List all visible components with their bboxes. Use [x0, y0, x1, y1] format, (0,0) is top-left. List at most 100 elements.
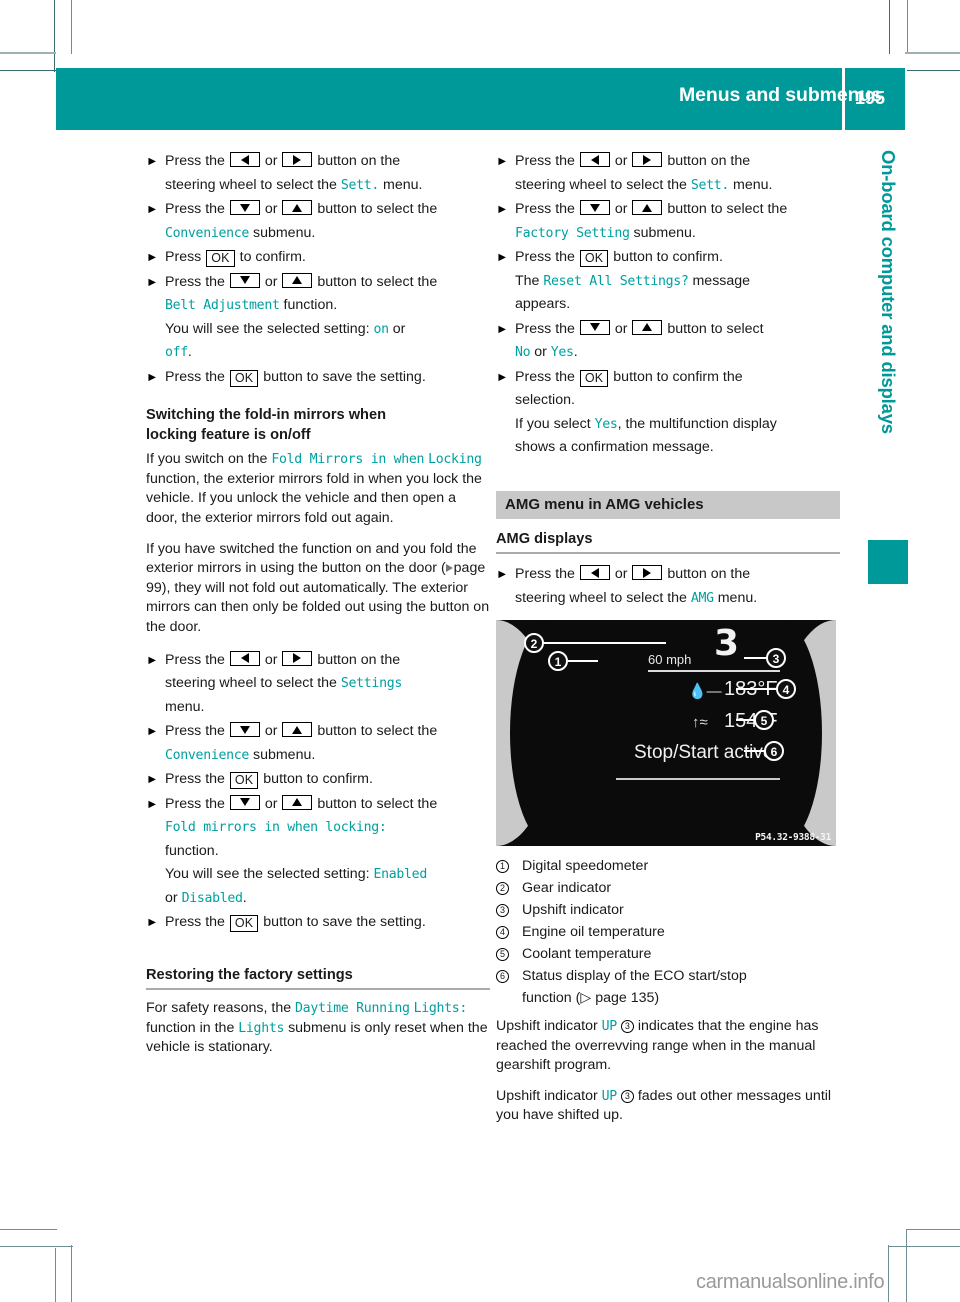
steering-wheel-up-button[interactable]	[282, 272, 313, 288]
steering-wheel-down-button[interactable]	[579, 319, 610, 335]
callout-2: 2	[524, 633, 544, 654]
step-bullet-icon: ►	[146, 772, 159, 787]
display-text: Fold mirrors in when locking:	[165, 820, 387, 836]
triangle-up-icon	[642, 323, 653, 331]
callout-3: 3	[766, 648, 786, 669]
instruction-step: ► Press the or button to select the Belt A…	[146, 271, 490, 365]
triangle-up-icon	[292, 276, 303, 284]
display-text: Sett.	[690, 177, 730, 193]
crop-mark-bottom-right-horiz2	[888, 1246, 960, 1247]
steering-wheel-down-button[interactable]	[229, 200, 260, 215]
display-text: Belt Adjustment	[165, 298, 280, 313]
oil-can-icon: 💧—	[688, 683, 722, 701]
display-text: Factory Setting	[515, 225, 630, 241]
ok-button[interactable]: OK	[229, 369, 259, 387]
steering-wheel-up-button[interactable]	[632, 319, 663, 335]
triangle-up-icon	[642, 203, 653, 212]
instruction-step: ► Press the or button to select the Fold m…	[146, 793, 490, 911]
steering-wheel-right-button[interactable]	[282, 152, 313, 167]
watermark: carmanualsonline.info	[696, 1271, 885, 1293]
steering-wheel-right-button[interactable]	[282, 650, 313, 666]
steering-wheel-up-button[interactable]	[282, 722, 313, 738]
steering-wheel-left-button[interactable]	[229, 152, 260, 167]
steering-wheel-up-button[interactable]	[282, 200, 313, 215]
leader-line-4	[736, 688, 778, 691]
callout-ref-3: 3	[496, 903, 509, 917]
right-steps-group-2: ► Press the or button on the steering whee…	[496, 563, 840, 610]
steering-wheel-left-button[interactable]	[579, 565, 610, 581]
step-bullet-icon: ►	[496, 202, 509, 216]
steering-wheel-right-button[interactable]	[632, 152, 663, 167]
step-bullet-icon: ►	[496, 567, 509, 582]
step-line: Press the OK button to confirm.	[165, 771, 373, 790]
figure-reference-code: P54.32-9388-31	[755, 832, 831, 844]
step-line: or Disabled.	[165, 889, 247, 906]
ok-button[interactable]: OK	[229, 772, 259, 790]
steering-wheel-left-button[interactable]	[579, 152, 610, 167]
coolant-thermometer-icon: ↑≈	[692, 714, 708, 732]
ok-button[interactable]: OK	[206, 250, 235, 267]
caption-text: Engine oil temperature	[522, 924, 665, 941]
step-line: appears.	[515, 296, 571, 312]
cluster-bezel-right	[780, 620, 836, 847]
crop-mark-bottom-right-horiz	[906, 1229, 960, 1230]
crop-mark-top-left-inner	[54, 0, 55, 72]
callout-ref-5: 5	[496, 947, 509, 961]
page-title: Menus and submenus	[679, 84, 882, 106]
steering-wheel-down-button[interactable]	[229, 722, 260, 738]
ok-button[interactable]: OK	[579, 369, 609, 387]
ok-button[interactable]: OK	[579, 250, 609, 267]
display-text: No	[515, 345, 531, 360]
steering-wheel-right-button[interactable]	[632, 565, 663, 581]
instruction-step: ► Press OK to confirm.	[146, 246, 490, 270]
triangle-up-icon	[292, 798, 303, 807]
chapter-tab-marker	[868, 540, 908, 584]
steering-wheel-left-button[interactable]	[229, 650, 260, 666]
step-line: Press the OK button to confirm the	[515, 368, 743, 387]
right-steps-group-1: ► Press the or button on the steering whee…	[496, 150, 840, 460]
instruction-step: ► Press the or button on the steering whee…	[496, 563, 840, 610]
left-steps-group-1: ► Press the or button on the steering whee…	[146, 150, 490, 389]
figure-caption-list: 1 Digital speedometer 2 Gear indicator 3 Upsh…	[496, 855, 840, 1009]
triangle-down-icon	[239, 276, 250, 284]
text-run: If you have switched the function on and…	[146, 540, 477, 577]
step-line: Press the or button to select the	[165, 794, 438, 812]
triangle-right-icon	[293, 154, 302, 165]
display-text-fold-mirrors-1: Fold Mirrors in when	[271, 452, 425, 468]
step-line: off.	[165, 344, 192, 360]
triangle-down-icon	[589, 203, 600, 212]
callout-ref-4: 4	[496, 925, 509, 939]
ok-button[interactable]: OK	[229, 915, 259, 933]
steering-wheel-down-button[interactable]	[229, 794, 260, 810]
text-run: Upshift indicator	[496, 1018, 602, 1035]
callout-1: 1	[548, 651, 568, 672]
display-text-fold-mirrors-2: Locking	[428, 452, 482, 468]
caption-text: Gear indicator	[522, 880, 612, 897]
callout-ref-1: 1	[496, 859, 509, 873]
steering-wheel-down-button[interactable]	[579, 200, 610, 215]
instruction-step: ► Press the or button on the steering whee…	[496, 150, 840, 197]
triangle-left-icon	[590, 567, 599, 578]
steering-wheel-down-button[interactable]	[229, 272, 260, 288]
step-bullet-icon: ►	[496, 154, 509, 168]
steering-wheel-up-button[interactable]	[282, 794, 313, 810]
crop-mark-bottom-right-outer	[906, 1229, 907, 1302]
section-bar-amg-menu: AMG menu in AMG vehicles	[496, 490, 840, 519]
step-bullet-icon: ►	[146, 250, 159, 264]
triangle-right-icon	[643, 154, 652, 165]
subheading-line-1: Switching the fold-in mirrors when	[146, 407, 386, 423]
step-bullet-icon: ►	[146, 154, 159, 168]
caption-text-cont[interactable]: function (▷ page 135)	[522, 987, 840, 1009]
crop-mark-top-right-inner	[889, 0, 890, 54]
steering-wheel-up-button[interactable]	[632, 200, 663, 215]
step-line: steering wheel to select the Sett. menu.	[515, 176, 773, 193]
display-text: off	[165, 345, 188, 360]
triangle-down-icon	[239, 798, 250, 807]
step-line: selection.	[515, 392, 575, 408]
step-line: Press the or button on the	[515, 565, 751, 583]
instruction-step: ► Press the or button to select the Conven…	[146, 198, 490, 245]
step-line: Press the or button to select the	[515, 200, 788, 217]
instruction-step: ► Press the OK button to confirm the selec…	[496, 366, 840, 460]
